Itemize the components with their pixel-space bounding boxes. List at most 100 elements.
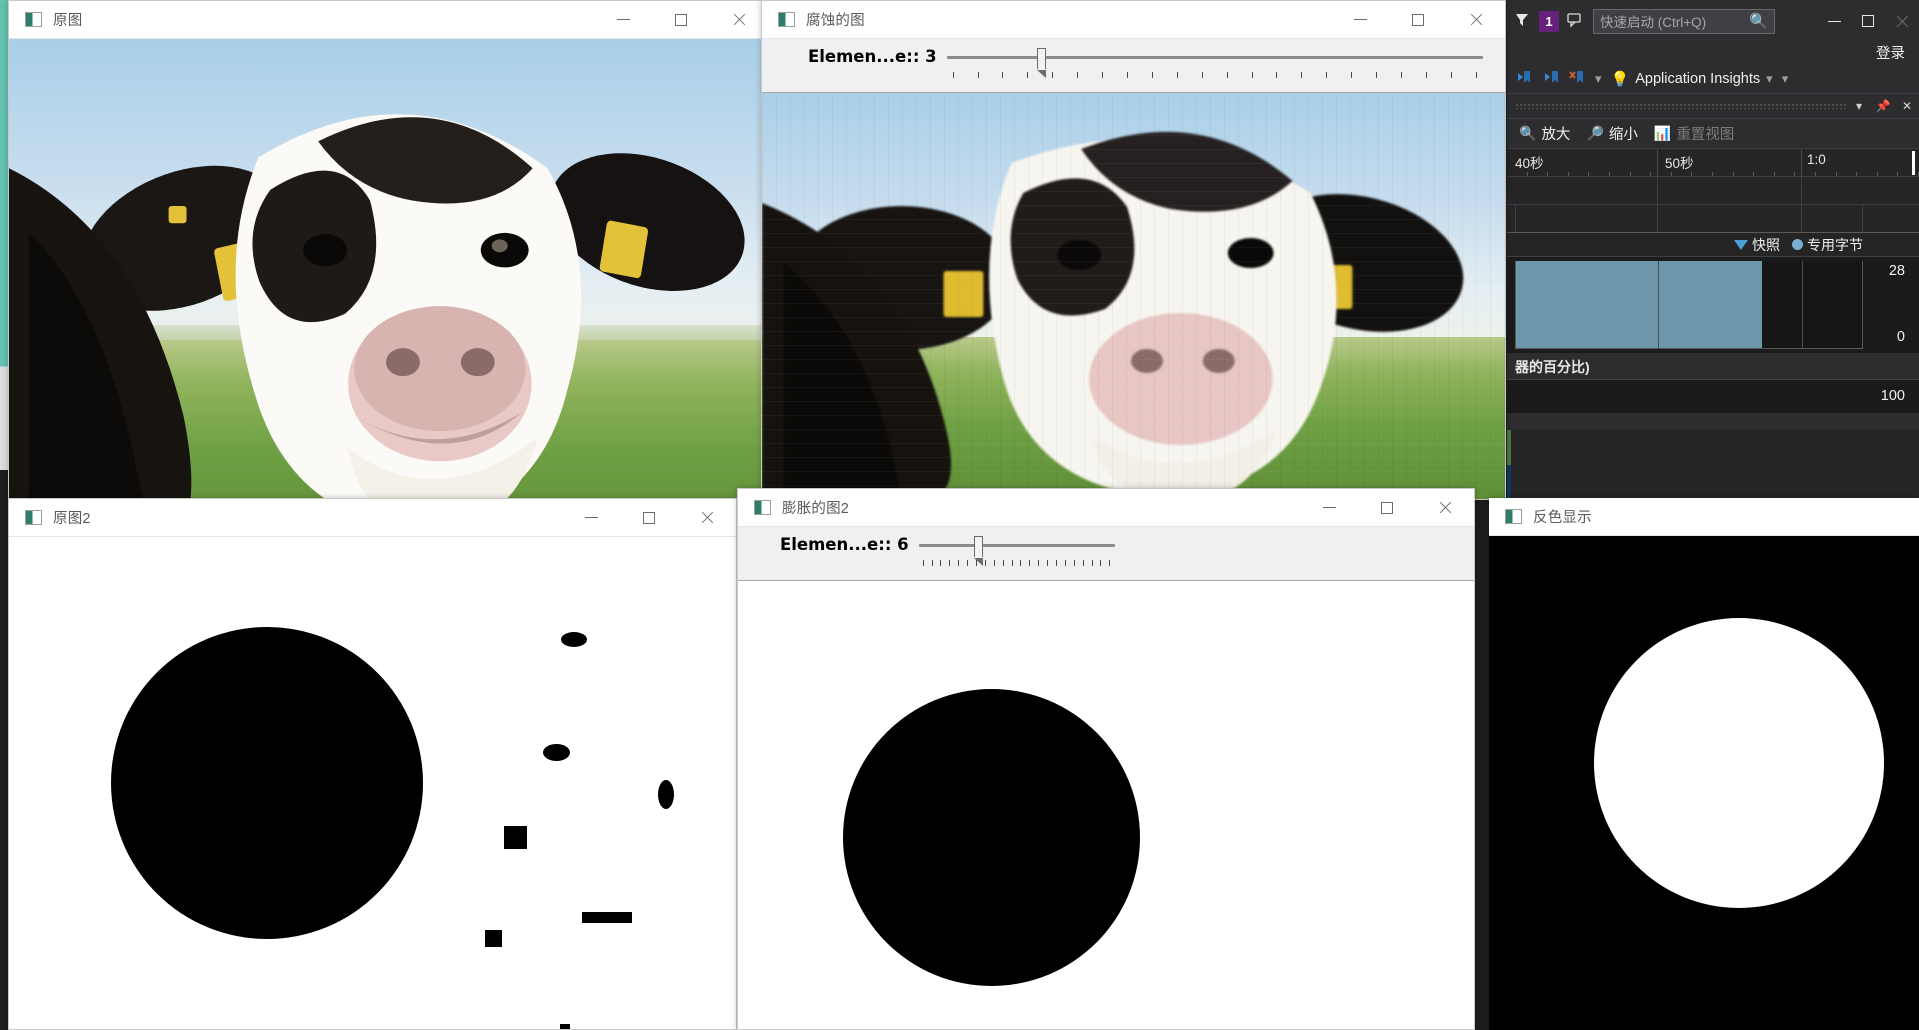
memory-axis-max: 28 bbox=[1888, 263, 1905, 279]
notification-count-badge[interactable]: 1 bbox=[1539, 10, 1559, 32]
zoom-out-icon: 🔎 bbox=[1586, 125, 1604, 141]
drag-handle[interactable] bbox=[1515, 103, 1847, 109]
legend-snapshot-label: 快照 bbox=[1752, 236, 1780, 253]
window-title-original: 原图 bbox=[53, 13, 83, 29]
toolbar-overflow-icon[interactable]: ▾ bbox=[1595, 71, 1602, 87]
maximize-button-original[interactable] bbox=[652, 1, 710, 38]
memory-usage-graph[interactable]: 28 0 bbox=[1507, 257, 1919, 353]
opencv-window-icon bbox=[1505, 509, 1522, 524]
private-bytes-area bbox=[1516, 261, 1762, 348]
diagnostics-toolbar: 🔍 放大 🔎 缩小 📊 重置视图 bbox=[1507, 119, 1919, 149]
application-insights-label: Application Insights bbox=[1635, 71, 1761, 87]
timeline-label-1m: 1:0 bbox=[1807, 152, 1826, 167]
zoom-in-icon: 🔍 bbox=[1519, 125, 1537, 141]
vs-close-button[interactable] bbox=[1885, 0, 1919, 42]
close-button-original[interactable] bbox=[710, 1, 768, 38]
circle-marker-icon bbox=[1792, 239, 1803, 250]
chevron-down-icon[interactable]: ▾ bbox=[1847, 99, 1871, 113]
memory-axis-min: 0 bbox=[1896, 329, 1905, 345]
trackbar-dilated2[interactable]: Elemen...e:: 6 bbox=[738, 527, 1474, 581]
trackbar-slider-dilated2[interactable] bbox=[918, 535, 1115, 569]
application-insights-menu[interactable]: 💡 Application Insights ▾ bbox=[1611, 70, 1773, 88]
titlebar-inverted[interactable]: 反色显示 bbox=[1489, 498, 1919, 536]
window-title-original2: 原图2 bbox=[53, 511, 91, 527]
window-original[interactable]: 原图 bbox=[8, 0, 769, 504]
vs-minimize-button[interactable] bbox=[1817, 0, 1851, 42]
window-inverted[interactable]: 反色显示 https://blog.csdn.net/txwtech bbox=[1489, 498, 1919, 1030]
vs-window-buttons bbox=[1817, 0, 1919, 42]
opencv-window-icon bbox=[778, 12, 795, 27]
titlebar-dilated2[interactable]: 膨胀的图2 bbox=[738, 489, 1474, 527]
cpu-usage-graph[interactable]: 100 bbox=[1507, 379, 1919, 413]
close-button-original2[interactable] bbox=[678, 499, 736, 536]
edge-marker-green bbox=[1507, 430, 1511, 465]
shape-dilated-circle bbox=[843, 689, 1140, 986]
close-icon[interactable]: ✕ bbox=[1895, 99, 1919, 113]
maximize-button-original2[interactable] bbox=[620, 499, 678, 536]
titlebar-original[interactable]: 原图 bbox=[9, 1, 768, 39]
trackbar-label-eroded: Elemen...e:: 3 bbox=[808, 47, 937, 66]
window-dilated2[interactable]: 膨胀的图2 Elemen...e:: 6 bbox=[737, 488, 1475, 1030]
image-inverted-shapes: https://blog.csdn.net/txwtech bbox=[1489, 536, 1919, 1030]
vs-secondary-toolbar: ▾ 💡 Application Insights ▾ ▾ bbox=[1507, 67, 1919, 93]
search-icon[interactable]: 🔍 bbox=[1749, 12, 1768, 30]
diagnostics-events-lane[interactable] bbox=[1507, 177, 1919, 205]
legend-private-bytes-label: 专用字节 bbox=[1807, 236, 1863, 253]
diagnostics-timeline-ruler[interactable]: 40秒 50秒 1:0 bbox=[1507, 149, 1919, 177]
close-button-dilated2[interactable] bbox=[1416, 489, 1474, 526]
trackbar-eroded[interactable]: Elemen...e:: 3 bbox=[762, 39, 1505, 93]
legend-private-bytes[interactable]: 专用字节 bbox=[1792, 235, 1863, 255]
vs-maximize-button[interactable] bbox=[1851, 0, 1885, 42]
minimize-button-original[interactable] bbox=[594, 1, 652, 38]
minimize-button-dilated2[interactable] bbox=[1300, 489, 1358, 526]
trackbar-label-dilated2: Elemen...e:: 6 bbox=[780, 535, 909, 554]
close-button-eroded[interactable] bbox=[1447, 1, 1505, 38]
minimize-button-original2[interactable] bbox=[562, 499, 620, 536]
next-bookmark-icon[interactable] bbox=[1543, 69, 1560, 89]
image-original-cow bbox=[9, 39, 768, 503]
titlebar-original2[interactable]: 原图2 bbox=[9, 499, 736, 537]
memory-graph-legend: 快照 专用字节 bbox=[1507, 233, 1919, 257]
sign-in-link[interactable]: 登录 bbox=[1507, 42, 1919, 67]
toolbar-overflow-icon-2[interactable]: ▾ bbox=[1782, 71, 1789, 87]
opencv-window-icon bbox=[754, 500, 771, 515]
reset-view-icon: 📊 bbox=[1653, 125, 1672, 141]
shape-bar-vertical bbox=[560, 1024, 570, 1029]
vs-title-bar: 1 快速启动 (Ctrl+Q) 🔍 bbox=[1507, 0, 1919, 42]
quick-launch-input[interactable]: 快速启动 (Ctrl+Q) 🔍 bbox=[1593, 8, 1775, 34]
zoom-in-button[interactable]: 🔍 放大 bbox=[1519, 123, 1570, 144]
trackbar-thumb-eroded[interactable] bbox=[1036, 48, 1046, 78]
clear-bookmarks-icon[interactable] bbox=[1569, 69, 1586, 89]
trackbar-thumb-dilated2[interactable] bbox=[973, 536, 983, 566]
window-title-dilated2: 膨胀的图2 bbox=[782, 501, 850, 517]
titlebar-eroded[interactable]: 腐蚀的图 bbox=[762, 1, 1505, 39]
shape-large-circle bbox=[111, 627, 423, 939]
shape-bar-horizontal bbox=[582, 912, 632, 923]
trackbar-ticks-eroded bbox=[952, 72, 1477, 78]
maximize-button-eroded[interactable] bbox=[1389, 1, 1447, 38]
reset-view-button[interactable]: 📊 重置视图 bbox=[1654, 123, 1734, 144]
image-eroded-cow bbox=[762, 93, 1505, 499]
trackbar-slider-eroded[interactable] bbox=[946, 47, 1483, 81]
chevron-down-icon[interactable]: ▾ bbox=[1766, 71, 1773, 87]
zoom-out-button[interactable]: 🔎 缩小 bbox=[1586, 123, 1637, 144]
notifications-flag-icon[interactable] bbox=[1515, 12, 1531, 31]
image-original2-shapes bbox=[9, 537, 736, 1029]
cpu-axis-max: 100 bbox=[1880, 388, 1905, 404]
window-title-eroded: 腐蚀的图 bbox=[806, 13, 865, 29]
minimize-button-eroded[interactable] bbox=[1331, 1, 1389, 38]
legend-snapshot[interactable]: 快照 bbox=[1734, 235, 1780, 255]
prev-bookmark-icon[interactable] bbox=[1517, 69, 1534, 89]
opencv-window-icon bbox=[25, 510, 42, 525]
pin-icon[interactable]: 📌 bbox=[1871, 99, 1895, 113]
feedback-icon[interactable] bbox=[1567, 12, 1585, 31]
window-eroded[interactable]: 腐蚀的图 Elemen...e:: 3 bbox=[761, 0, 1506, 500]
window-original2[interactable]: 原图2 bbox=[8, 498, 737, 1030]
quick-launch-placeholder: 快速启动 (Ctrl+Q) bbox=[1600, 15, 1707, 30]
lightbulb-icon: 💡 bbox=[1610, 71, 1630, 88]
diagnostics-process-lane[interactable] bbox=[1507, 205, 1919, 233]
shape-small-ellipse-3 bbox=[658, 780, 674, 809]
maximize-button-dilated2[interactable] bbox=[1358, 489, 1416, 526]
trackbar-ticks-dilated2 bbox=[922, 560, 1111, 566]
shape-small-ellipse-2 bbox=[543, 744, 570, 761]
